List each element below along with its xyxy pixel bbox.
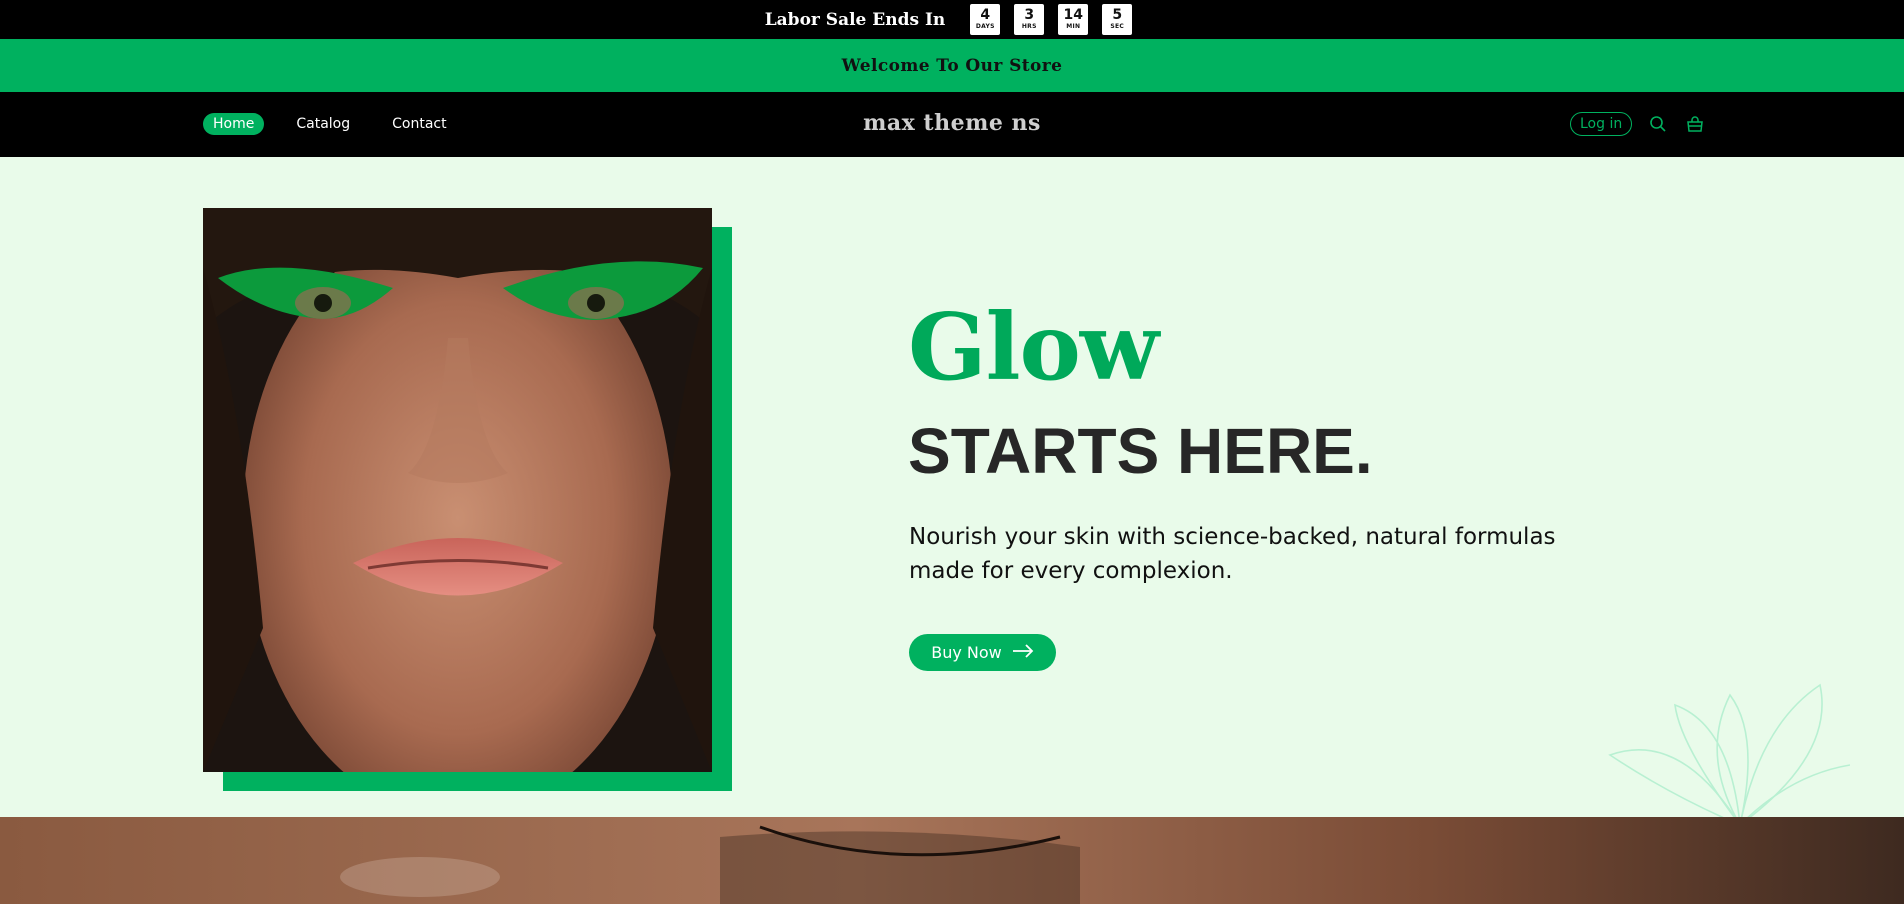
countdown-seconds-label: SEC xyxy=(1110,23,1125,30)
main-nav: Home Catalog Contact xyxy=(203,113,479,135)
nav-item-catalog[interactable]: Catalog xyxy=(286,113,360,135)
countdown-bar: Labor Sale Ends In 4 DAYS 3 HRS 14 MIN 5… xyxy=(0,0,1904,39)
countdown-minutes-value: 14 xyxy=(1063,7,1084,23)
buy-now-button[interactable]: Buy Now xyxy=(909,634,1056,671)
hero-description: Nourish your skin with science-backed, n… xyxy=(909,524,1556,584)
hero-title: Glow xyxy=(908,293,1159,401)
site-header: Home Catalog Contact max theme ns Log in xyxy=(0,92,1904,157)
nav-item-contact[interactable]: Contact xyxy=(382,113,456,135)
announcement-bar: Welcome To Our Store xyxy=(0,39,1904,92)
announcement-text: Welcome To Our Store xyxy=(841,55,1063,76)
countdown-minutes: 14 MIN xyxy=(1058,4,1089,35)
countdown-hours: 3 HRS xyxy=(1014,4,1045,35)
countdown-seconds: 5 SEC xyxy=(1102,4,1133,35)
countdown-seconds-value: 5 xyxy=(1112,7,1123,23)
countdown-days: 4 DAYS xyxy=(970,4,1001,35)
hero-section: Glow STARTS HERE. Nourish your skin with… xyxy=(0,157,1904,817)
countdown-hours-value: 3 xyxy=(1024,7,1035,23)
nav-item-home[interactable]: Home xyxy=(203,113,265,135)
countdown-days-label: DAYS xyxy=(975,23,995,30)
arrow-right-icon xyxy=(1012,643,1034,662)
countdown-hours-label: HRS xyxy=(1021,23,1037,30)
search-icon[interactable] xyxy=(1648,114,1668,134)
hero-portrait-image xyxy=(203,208,712,772)
countdown-minutes-label: MIN xyxy=(1066,23,1081,30)
hero-subtitle: STARTS HERE. xyxy=(908,415,1373,487)
buy-now-label: Buy Now xyxy=(931,643,1002,662)
cart-icon[interactable] xyxy=(1685,114,1705,134)
countdown-days-value: 4 xyxy=(980,7,991,23)
leaf-decoration xyxy=(1590,635,1851,817)
header-actions: Log in xyxy=(1570,112,1722,136)
countdown-title: Labor Sale Ends In xyxy=(764,9,946,30)
login-button[interactable]: Log in xyxy=(1570,112,1633,136)
secondary-banner-image xyxy=(0,817,1904,904)
